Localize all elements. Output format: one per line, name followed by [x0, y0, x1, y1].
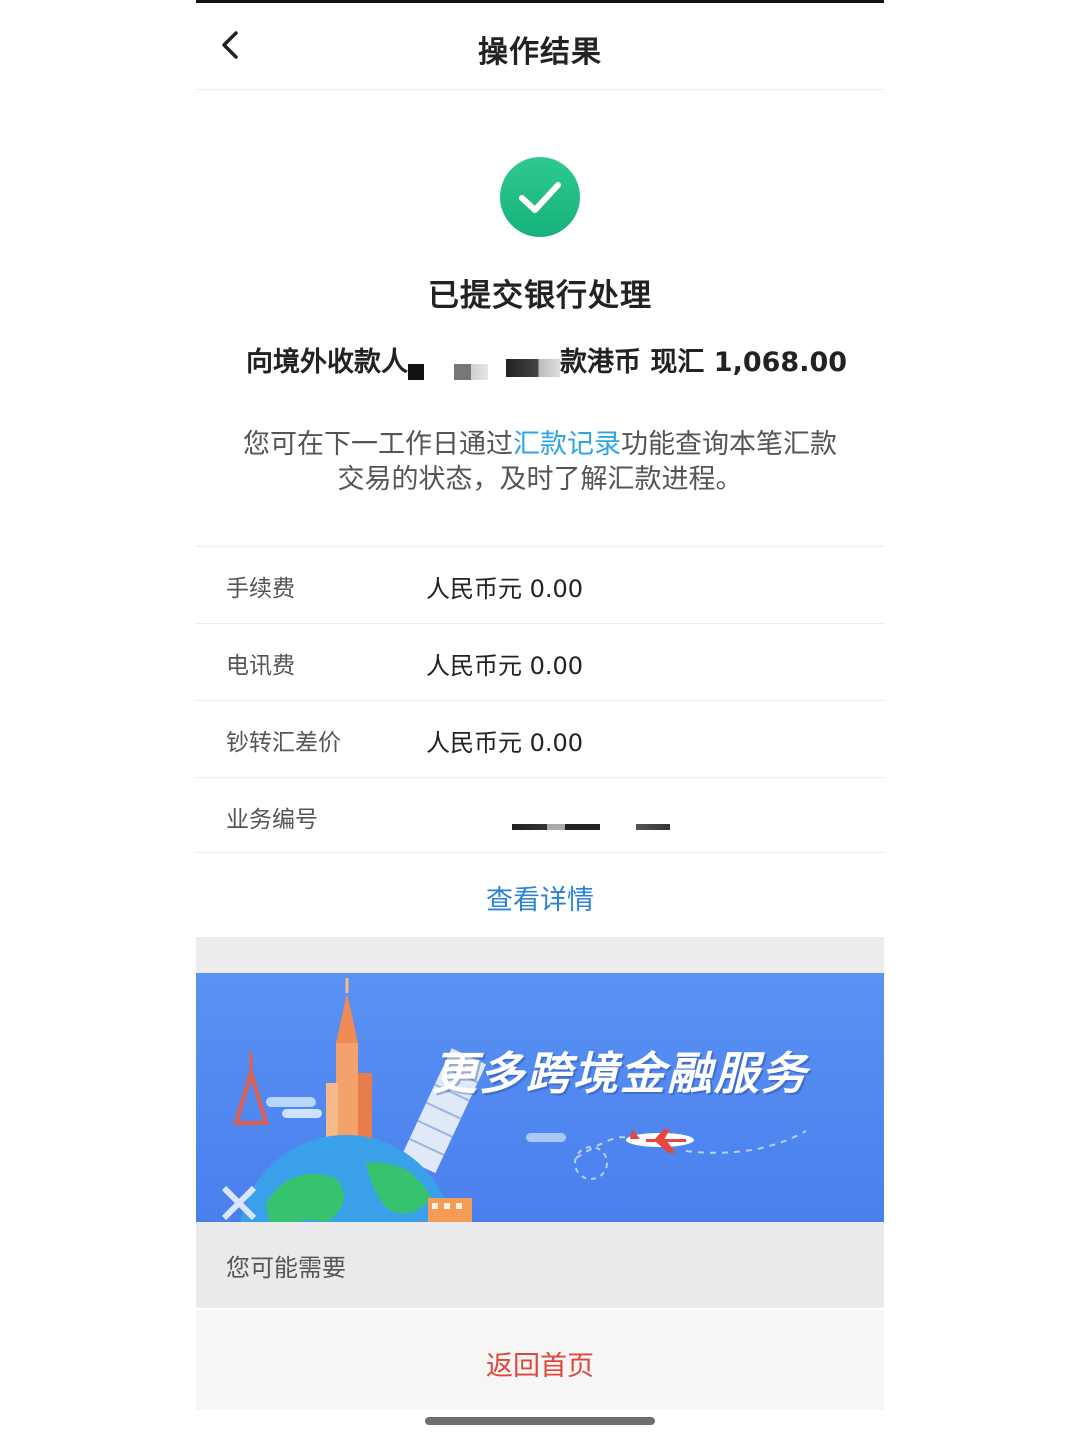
- home-indicator[interactable]: [425, 1417, 655, 1425]
- recommend-section: 您可能需要: [196, 1222, 884, 1308]
- row-value: 人民币元 0.00: [426, 575, 584, 603]
- summary-amount: 款港币 现汇 1,068.00: [560, 347, 848, 378]
- redacted-mark: [512, 824, 600, 830]
- redacted-mark: [454, 363, 488, 380]
- fee-row: 手续费 人民币元 0.00: [196, 546, 884, 623]
- redacted-mark: [506, 358, 560, 377]
- redacted-mark: [408, 363, 424, 380]
- notice-after-link: 功能查询本笔汇款: [621, 429, 837, 460]
- row-label: 手续费: [226, 576, 295, 602]
- notice-line2: 交易的状态，及时了解汇款进程。: [337, 464, 743, 495]
- row-label: 钞转汇差价: [226, 730, 341, 756]
- fee-row: 电讯费 人民币元 0.00: [196, 623, 884, 700]
- banner-title: 更多跨境金融服务: [432, 1047, 809, 1100]
- row-label: 电讯费: [226, 653, 295, 679]
- phone-screen: 操作结果 已提交银行处理 向境外收款人 款港币 现汇 1,068.00 您可在下一…: [196, 0, 884, 1440]
- fee-list: 手续费 人民币元 0.00 电讯费 人民币元 0.00 钞转汇差价 人民币元 0…: [196, 546, 884, 854]
- notice-before-link: 您可在下一工作日通过: [243, 429, 513, 460]
- status-title: 已提交银行处理: [428, 278, 652, 314]
- reference-row: 业务编号: [196, 777, 884, 854]
- row-value: 人民币元 0.00: [426, 652, 584, 680]
- return-home-button[interactable]: 返回首页: [196, 1344, 884, 1383]
- nav-bar: 操作结果: [196, 3, 884, 90]
- page-title: 操作结果: [478, 35, 602, 70]
- transfer-summary: 向境外收款人 款港币 现汇 1,068.00: [246, 340, 847, 384]
- row-value: 人民币元 0.00: [426, 729, 584, 757]
- recommend-label: 您可能需要: [226, 1254, 346, 1282]
- notice-text: 您可在下一工作日通过汇款记录功能查询本笔汇款 交易的状态，及时了解汇款进程。: [216, 427, 864, 497]
- summary-prefix: 向境外收款人: [246, 347, 408, 378]
- view-details-button[interactable]: 查看详情: [196, 878, 884, 917]
- divider: [196, 852, 884, 853]
- remittance-record-link[interactable]: 汇款记录: [513, 429, 621, 460]
- section-gap: [196, 937, 884, 973]
- row-label: 业务编号: [226, 807, 318, 833]
- check-circle-icon: [500, 157, 580, 237]
- promo-banner[interactable]: 更多跨境金融服务: [196, 973, 884, 1222]
- redacted-mark: [636, 824, 670, 830]
- fee-row: 钞转汇差价 人民币元 0.00: [196, 700, 884, 777]
- bottom-action-bar: 返回首页: [196, 1310, 884, 1410]
